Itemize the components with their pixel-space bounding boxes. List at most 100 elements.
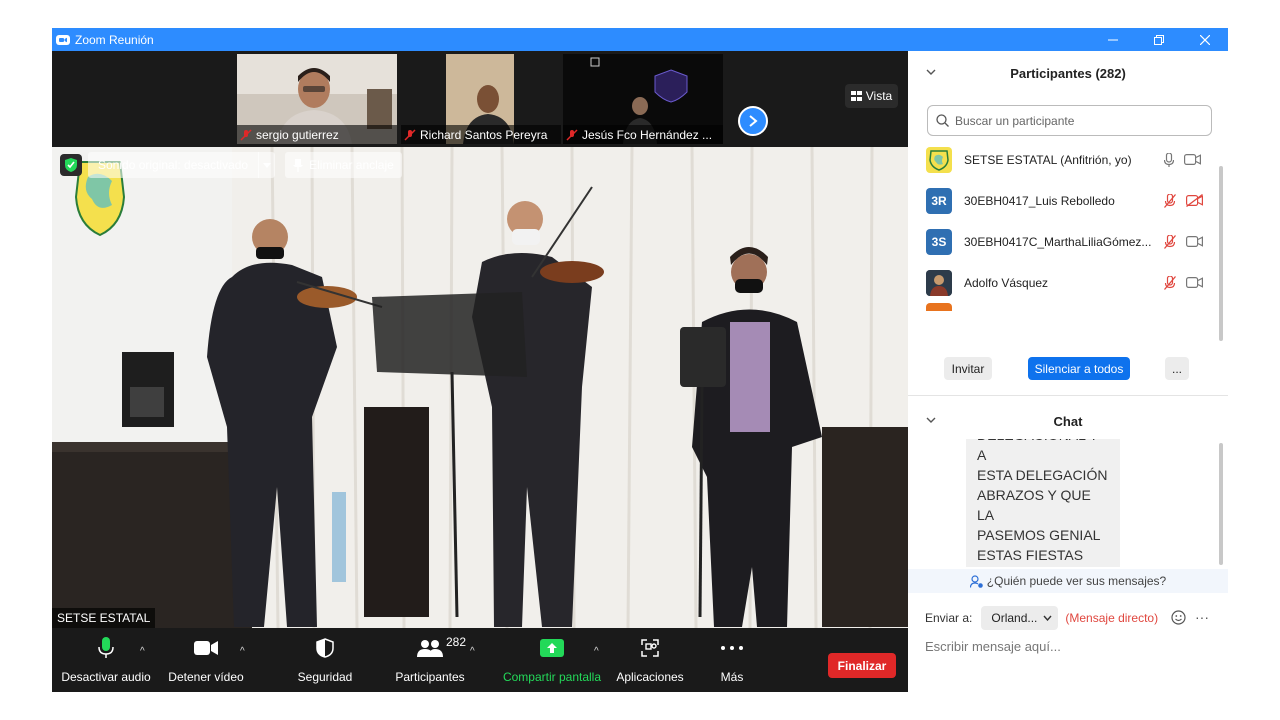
chevron-down-icon[interactable]	[926, 415, 936, 425]
avatar: 3R	[926, 187, 952, 214]
close-button[interactable]	[1182, 28, 1228, 51]
video-camera-icon[interactable]	[1186, 236, 1203, 247]
chevron-down-icon[interactable]	[926, 67, 936, 77]
thumbnail-strip: sergio gutierrez Richard Santos Pereyra	[52, 51, 908, 147]
microphone-icon	[98, 637, 114, 658]
view-button[interactable]: Vista	[845, 84, 898, 108]
participant-search-input[interactable]: Buscar un participante	[927, 105, 1212, 136]
participants-title: Participantes (282)	[1010, 65, 1126, 81]
close-icon	[1200, 34, 1210, 45]
chat-message: DELEGACIONAL Y A ESTA DELEGACIÓN ABRAZOS…	[966, 439, 1120, 567]
mic-muted-icon[interactable]	[1164, 193, 1176, 208]
mic-muted-icon[interactable]	[1164, 275, 1176, 290]
participant-row[interactable]: SETSE ESTATAL (Anfitrión, yo)	[908, 139, 1228, 180]
microphone-icon[interactable]	[1164, 152, 1174, 167]
participant-row[interactable]: 3R 30EBH0417_Luis Rebolledo	[908, 180, 1228, 221]
chat-message-input[interactable]: Escribir mensaje aquí...	[925, 639, 1061, 654]
participant-row[interactable]: Adolfo Vásquez	[908, 262, 1228, 303]
security-button[interactable]: Seguridad	[288, 628, 362, 692]
participant-name: Jesús Fco Hernández ...	[582, 127, 713, 142]
grid-view-icon	[850, 91, 862, 101]
search-placeholder: Buscar un participante	[955, 113, 1075, 128]
participant-thumbnail[interactable]: sergio gutierrez	[237, 54, 397, 144]
speaker-name-label: SETSE ESTATAL	[52, 608, 156, 628]
avatar	[926, 146, 952, 173]
emoji-icon[interactable]	[1171, 609, 1186, 625]
minimize-button[interactable]	[1090, 28, 1136, 51]
minimize-icon	[1108, 39, 1118, 40]
mic-muted-icon	[240, 128, 252, 141]
participants-button[interactable]: 282 ^ Participantes	[392, 628, 474, 692]
shield-icon	[316, 638, 334, 658]
message-visibility-label: ¿Quién puede ver sus mensajes?	[986, 574, 1167, 588]
original-sound-dropdown[interactable]	[258, 152, 275, 178]
send-to-row: Enviar a: Orland... (Mensaje directo)	[925, 606, 1158, 630]
encryption-badge[interactable]	[60, 154, 82, 176]
participant-name: Adolfo Vásquez	[964, 275, 1049, 290]
participants-count: 282	[446, 635, 467, 649]
video-options-caret[interactable]: ^	[240, 646, 245, 657]
share-screen-label: Compartir pantalla	[502, 670, 602, 684]
shield-check-icon	[65, 158, 77, 172]
active-speaker-video[interactable]: Sonido original: desactivado Eliminar an…	[52, 147, 908, 628]
avatar: 3S	[926, 228, 952, 255]
video-camera-icon[interactable]	[1186, 277, 1203, 288]
person-info-icon	[969, 574, 983, 588]
video-overlay-controls: Sonido original: desactivado Eliminar an…	[60, 152, 402, 178]
chat-more-button[interactable]: ···	[1195, 609, 1209, 625]
participants-scrollbar[interactable]	[1219, 166, 1223, 341]
avatar	[926, 303, 952, 311]
video-off-icon[interactable]	[1186, 194, 1203, 207]
participants-more-button[interactable]: ...	[1165, 357, 1189, 380]
security-label: Seguridad	[297, 670, 353, 684]
chat-tools: ···	[1171, 609, 1209, 625]
profile-photo-icon	[926, 269, 952, 296]
mute-all-button[interactable]: Silenciar a todos	[1028, 357, 1130, 380]
mic-muted-icon[interactable]	[1164, 234, 1176, 249]
end-meeting-button[interactable]: Finalizar	[828, 653, 896, 678]
share-screen-button[interactable]: ^ Compartir pantalla	[500, 628, 604, 692]
search-icon	[936, 114, 949, 127]
pin-icon	[293, 158, 304, 172]
panel-divider	[908, 395, 1228, 396]
video-area: sergio gutierrez Richard Santos Pereyra	[52, 51, 908, 628]
unpin-label: Eliminar anclaje	[309, 158, 394, 172]
restore-button[interactable]	[1136, 28, 1182, 51]
apps-button[interactable]: Aplicaciones	[614, 628, 686, 692]
next-page-button[interactable]	[738, 106, 768, 136]
participant-name: sergio gutierrez	[256, 127, 339, 142]
participant-name: Richard Santos Pereyra	[420, 127, 548, 142]
participant-thumbnail[interactable]: Jesús Fco Hernández ...	[563, 54, 723, 144]
more-label: Más	[720, 670, 744, 684]
video-camera-icon[interactable]	[1184, 154, 1201, 165]
participant-thumbnail[interactable]: Richard Santos Pereyra	[401, 54, 561, 144]
mic-muted-icon	[404, 128, 416, 141]
audio-options-caret[interactable]: ^	[140, 646, 145, 657]
title-bar: Zoom Reunión	[52, 28, 1228, 51]
chevron-down-icon	[263, 162, 272, 168]
unpin-button[interactable]: Eliminar anclaje	[285, 152, 402, 178]
chat-title: Chat	[1053, 413, 1083, 429]
participants-options-caret[interactable]: ^	[470, 646, 475, 657]
more-button[interactable]: Más	[712, 628, 752, 692]
participants-actions: Invitar Silenciar a todos ...	[908, 357, 1228, 381]
stop-video-button[interactable]: ^ Detener vídeo	[164, 628, 248, 692]
chevron-down-icon	[1043, 615, 1052, 621]
chevron-right-icon	[749, 115, 758, 127]
participant-row[interactable]: 3S 30EBH0417C_MarthaLiliaGómez...	[908, 221, 1228, 262]
original-sound-toggle[interactable]: Sonido original: desactivado	[88, 152, 276, 178]
message-visibility-link[interactable]: ¿Quién puede ver sus mensajes?	[908, 569, 1228, 593]
participant-name: SETSE ESTATAL (Anfitrión, yo)	[964, 152, 1132, 167]
recipient-dropdown[interactable]: Orland...	[981, 606, 1059, 630]
share-options-caret[interactable]: ^	[594, 646, 599, 657]
participants-label: Participantes	[395, 670, 465, 684]
participants-list: SETSE ESTATAL (Anfitrión, yo) 3R 30EBH04…	[908, 139, 1228, 316]
mute-audio-button[interactable]: ^ Desactivar audio	[61, 628, 151, 692]
chat-scrollbar[interactable]	[1219, 443, 1223, 565]
setse-logo-icon	[929, 149, 949, 171]
mute-audio-label: Desactivar audio	[61, 670, 151, 684]
view-label: Vista	[865, 89, 893, 103]
invite-button[interactable]: Invitar	[944, 357, 992, 380]
direct-message-label: (Mensaje directo)	[1065, 611, 1159, 625]
send-to-label: Enviar a:	[925, 611, 973, 625]
